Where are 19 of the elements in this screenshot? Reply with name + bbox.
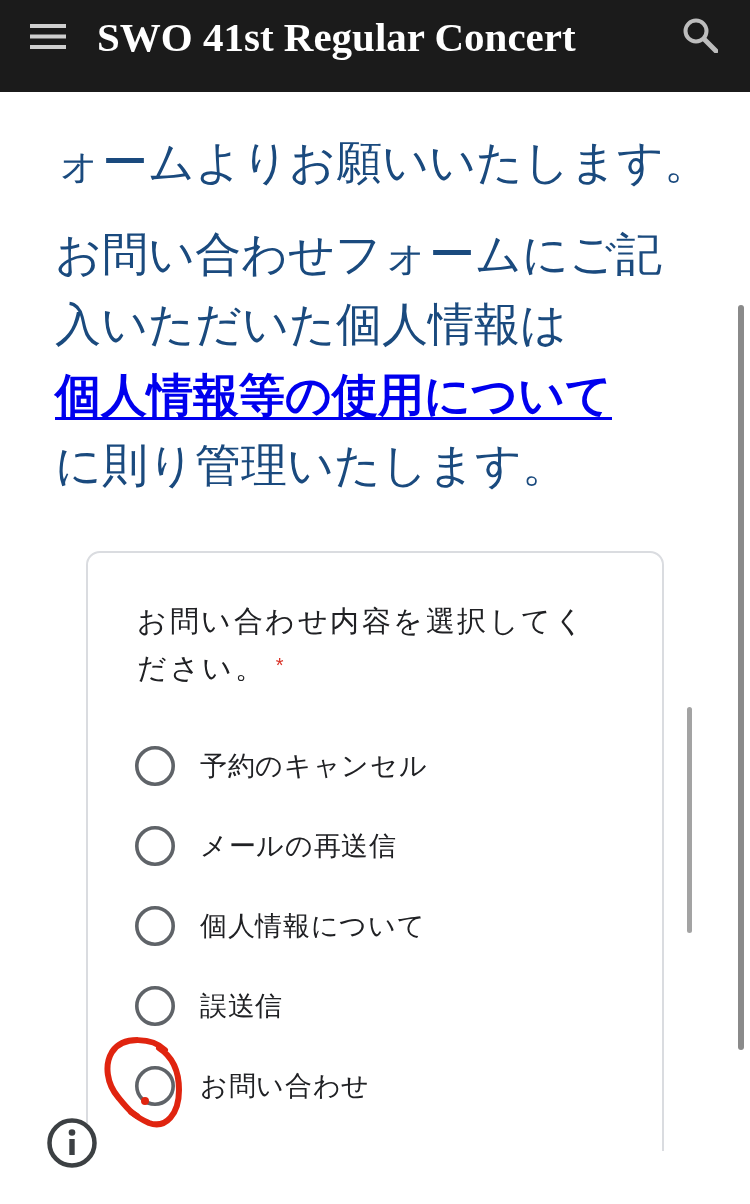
radio-button[interactable]	[135, 906, 175, 946]
option-label: 誤送信	[200, 989, 284, 1023]
question-text: お問い合わせ内容を選択してください。 $^{*}$	[137, 604, 587, 686]
info-icon[interactable]	[47, 1118, 97, 1168]
option-label: お問い合わせ	[200, 1069, 371, 1103]
option-label: メールの再送信	[200, 829, 397, 863]
radio-button[interactable]	[135, 986, 175, 1026]
radio-button[interactable]	[135, 746, 175, 786]
privacy-policy-link[interactable]: 個人情報等の使用について	[55, 369, 612, 421]
option-label: 予約のキャンセル	[200, 749, 428, 783]
search-icon[interactable]	[683, 18, 718, 53]
radio-button[interactable]	[135, 1066, 175, 1106]
intro-text: ォームよりお願いいたします。	[55, 136, 710, 190]
hand-drawn-circle-icon	[103, 1034, 183, 1130]
privacy-notice: お問い合わせフォームにご記入いただいた個人情報は 個人情報等の使用について に則り管理いたします。	[55, 228, 663, 493]
radio-button[interactable]	[135, 826, 175, 866]
menu-icon[interactable]	[30, 24, 66, 49]
option-label: 個人情報について	[200, 909, 426, 943]
site-title: SWO 41st Regular Concert	[97, 15, 577, 61]
